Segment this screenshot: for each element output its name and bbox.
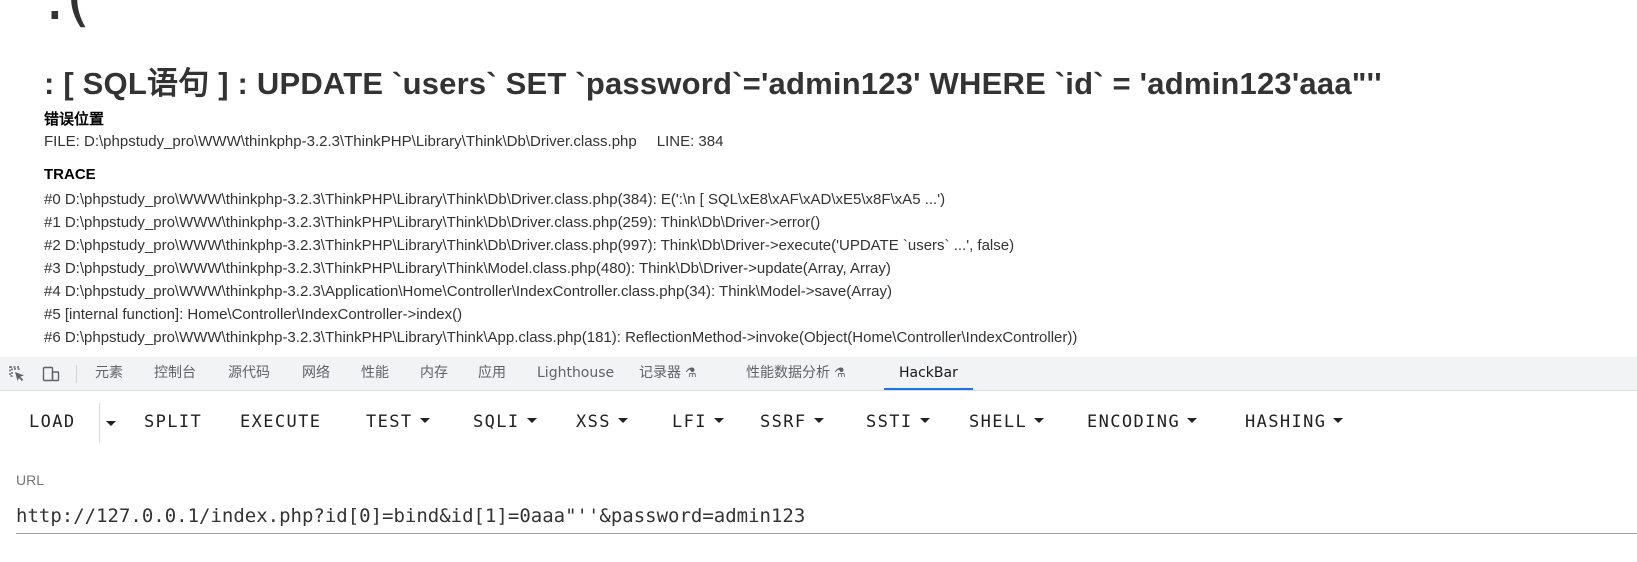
encoding-menu-button[interactable]: ENCODING xyxy=(1087,409,1198,435)
hashing-menu-button[interactable]: HASHING xyxy=(1245,409,1344,435)
trace-line: #4 D:\phpstudy_pro\WWW\thinkphp-3.2.3\Ap… xyxy=(44,283,893,300)
devtools-divider xyxy=(76,365,77,383)
test-label: TEST xyxy=(366,412,413,432)
chevron-down-icon xyxy=(1333,417,1344,423)
hackbar-toolbar: LOAD SPLIT EXECUTE TEST SQLI XSS LFI SSR… xyxy=(0,391,1637,451)
error-line-number: LINE: 384 xyxy=(656,133,724,150)
tab-sources[interactable]: 源代码 xyxy=(228,357,270,390)
chevron-down-icon xyxy=(919,417,930,423)
error-page: :( : [ SQL语句 ] : UPDATE `users` SET `pas… xyxy=(0,0,1637,357)
load-button[interactable]: LOAD xyxy=(29,409,76,435)
error-file-line: FILE: D:\phpstudy_pro\WWW\thinkphp-3.2.3… xyxy=(44,133,723,150)
tab-console[interactable]: 控制台 xyxy=(154,357,196,390)
shell-label: SHELL xyxy=(969,412,1028,432)
devtools-tab-bar: 元素 控制台 源代码 网络 性能 内存 应用 Lighthouse 记录器 ⚗ 性… xyxy=(0,357,1637,391)
experiment-flask-icon: ⚗ xyxy=(685,366,697,381)
tab-memory[interactable]: 内存 xyxy=(420,357,448,390)
chevron-down-icon xyxy=(1187,417,1198,423)
split-button[interactable]: SPLIT xyxy=(144,409,202,435)
tab-performance-insights[interactable]: 性能数据分析 ⚗ xyxy=(746,357,846,390)
tab-elements[interactable]: 元素 xyxy=(95,357,123,390)
trace-heading: TRACE xyxy=(44,166,96,183)
chevron-down-icon xyxy=(713,417,724,423)
trace-line: #1 D:\phpstudy_pro\WWW\thinkphp-3.2.3\Th… xyxy=(44,214,821,231)
tab-lighthouse[interactable]: Lighthouse xyxy=(537,357,614,390)
url-input[interactable] xyxy=(16,499,1637,534)
trace-line: #6 D:\phpstudy_pro\WWW\thinkphp-3.2.3\Th… xyxy=(44,329,1078,346)
xss-menu-button[interactable]: XSS xyxy=(576,409,628,435)
tab-recorder-label: 记录器 xyxy=(639,365,681,381)
chevron-down-icon xyxy=(813,417,824,423)
ssrf-label: SSRF xyxy=(760,412,807,432)
load-dropdown-icon[interactable] xyxy=(106,421,116,426)
sqli-label: SQLI xyxy=(473,412,520,432)
trace-line: #2 D:\phpstudy_pro\WWW\thinkphp-3.2.3\Th… xyxy=(44,237,1015,254)
trace-line: #5 [internal function]: Home\Controller\… xyxy=(44,306,463,323)
ssti-menu-button[interactable]: SSTI xyxy=(866,409,930,435)
hashing-label: HASHING xyxy=(1245,412,1327,432)
ssrf-menu-button[interactable]: SSRF xyxy=(760,409,824,435)
chevron-down-icon xyxy=(617,417,628,423)
tab-application[interactable]: 应用 xyxy=(478,357,506,390)
url-field-label: URL xyxy=(16,472,45,488)
chevron-down-icon xyxy=(419,417,430,423)
sqli-menu-button[interactable]: SQLI xyxy=(473,409,537,435)
tab-performance[interactable]: 性能 xyxy=(361,357,389,390)
lfi-label: LFI xyxy=(672,412,707,432)
test-menu-button[interactable]: TEST xyxy=(366,409,430,435)
chevron-down-icon xyxy=(526,417,537,423)
device-toolbar-icon[interactable] xyxy=(42,365,60,383)
execute-button[interactable]: EXECUTE xyxy=(240,409,321,435)
sad-face-heading: :( xyxy=(44,0,91,30)
xss-label: XSS xyxy=(576,412,611,432)
inspect-element-icon[interactable] xyxy=(8,365,26,383)
error-title: : [ SQL语句 ] : UPDATE `users` SET `passwo… xyxy=(44,66,1382,101)
lfi-menu-button[interactable]: LFI xyxy=(672,409,724,435)
tab-network[interactable]: 网络 xyxy=(302,357,330,390)
chevron-down-icon xyxy=(1034,417,1045,423)
tab-recorder[interactable]: 记录器 ⚗ xyxy=(639,357,697,390)
tab-performance-insights-label: 性能数据分析 xyxy=(746,365,830,381)
shell-menu-button[interactable]: SHELL xyxy=(969,409,1045,435)
ssti-label: SSTI xyxy=(866,412,913,432)
error-location-heading: 错误位置 xyxy=(44,111,105,128)
experiment-flask-icon: ⚗ xyxy=(834,366,846,381)
tab-hackbar[interactable]: HackBar xyxy=(884,357,973,390)
error-file: FILE: D:\phpstudy_pro\WWW\thinkphp-3.2.3… xyxy=(44,133,637,150)
trace-line: #3 D:\phpstudy_pro\WWW\thinkphp-3.2.3\Th… xyxy=(44,260,891,277)
load-split-divider xyxy=(99,403,100,443)
encoding-label: ENCODING xyxy=(1087,412,1181,432)
trace-line: #0 D:\phpstudy_pro\WWW\thinkphp-3.2.3\Th… xyxy=(44,191,946,208)
